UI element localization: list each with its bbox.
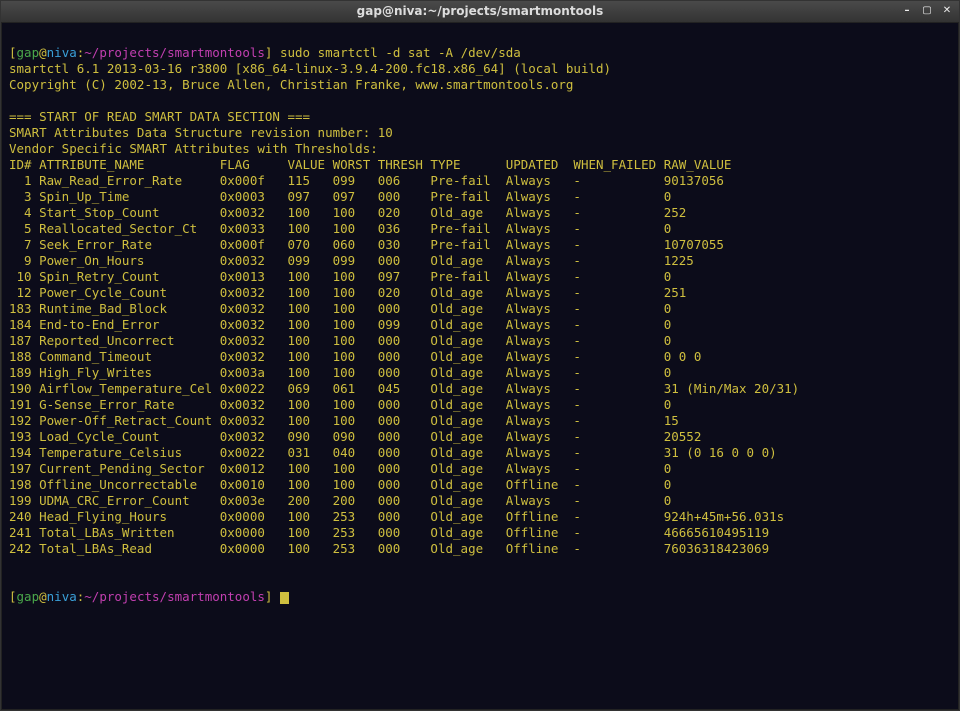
table-row: 242 Total_LBAs_Read 0x0000 100 253 000 O… (9, 541, 951, 557)
table-row: 9 Power_On_Hours 0x0032 099 099 000 Old_… (9, 253, 951, 269)
table-row: 10 Spin_Retry_Count 0x0013 100 100 097 P… (9, 269, 951, 285)
prompt-path: ~/projects/smartmontools (84, 45, 265, 60)
prompt-host: niva (47, 589, 77, 604)
table-row: 7 Seek_Error_Rate 0x000f 070 060 030 Pre… (9, 237, 951, 253)
cursor-icon (280, 592, 289, 605)
table-row: 5 Reallocated_Sector_Ct 0x0033 100 100 0… (9, 221, 951, 237)
prompt-host: niva (47, 45, 77, 60)
table-row: 192 Power-Off_Retract_Count 0x0032 100 1… (9, 413, 951, 429)
revision-line: SMART Attributes Data Structure revision… (9, 125, 393, 140)
smart-rows: 1 Raw_Read_Error_Rate 0x000f 115 099 006… (9, 173, 951, 557)
prompt-path: ~/projects/smartmontools (84, 589, 265, 604)
blank-line-2 (9, 573, 17, 588)
prompt-user: gap (17, 45, 40, 60)
table-row: 1 Raw_Read_Error_Rate 0x000f 115 099 006… (9, 173, 951, 189)
window-controls: – ▢ ✕ (899, 5, 955, 19)
table-row: 193 Load_Cycle_Count 0x0032 090 090 000 … (9, 429, 951, 445)
table-row: 4 Start_Stop_Count 0x0032 100 100 020 Ol… (9, 205, 951, 221)
table-row: 198 Offline_Uncorrectable 0x0010 100 100… (9, 477, 951, 493)
vendor-line: Vendor Specific SMART Attributes with Th… (9, 141, 378, 156)
prompt-line-1: [gap@niva:~/projects/smartmontools] sudo… (9, 45, 521, 60)
table-row: 183 Runtime_Bad_Block 0x0032 100 100 000… (9, 301, 951, 317)
prompt-user: gap (17, 589, 40, 604)
section-banner: === START OF READ SMART DATA SECTION === (9, 109, 310, 124)
table-row: 187 Reported_Uncorrect 0x0032 100 100 00… (9, 333, 951, 349)
window-title: gap@niva:~/projects/smartmontools (357, 4, 604, 19)
terminal-window: gap@niva:~/projects/smartmontools – ▢ ✕ … (0, 0, 960, 711)
prompt-line-2: [gap@niva:~/projects/smartmontools] (9, 589, 289, 604)
maximize-button[interactable]: ▢ (919, 5, 935, 19)
table-row: 188 Command_Timeout 0x0032 100 100 000 O… (9, 349, 951, 365)
table-row: 189 High_Fly_Writes 0x003a 100 100 000 O… (9, 365, 951, 381)
table-row: 191 G-Sense_Error_Rate 0x0032 100 100 00… (9, 397, 951, 413)
table-row: 240 Head_Flying_Hours 0x0000 100 253 000… (9, 509, 951, 525)
table-row: 3 Spin_Up_Time 0x0003 097 097 000 Pre-fa… (9, 189, 951, 205)
blank-line (9, 93, 17, 108)
columns-header: ID# ATTRIBUTE_NAME FLAG VALUE WORST THRE… (9, 157, 731, 172)
table-row: 199 UDMA_CRC_Error_Count 0x003e 200 200 … (9, 493, 951, 509)
table-row: 197 Current_Pending_Sector 0x0012 100 10… (9, 461, 951, 477)
version-line: smartctl 6.1 2013-03-16 r3800 [x86_64-li… (9, 61, 611, 76)
titlebar[interactable]: gap@niva:~/projects/smartmontools – ▢ ✕ (1, 1, 959, 23)
copyright-line: Copyright (C) 2002-13, Bruce Allen, Chri… (9, 77, 573, 92)
table-row: 184 End-to-End_Error 0x0032 100 100 099 … (9, 317, 951, 333)
command-text: sudo smartctl -d sat -A /dev/sda (280, 45, 521, 60)
terminal-body[interactable]: [gap@niva:~/projects/smartmontools] sudo… (1, 23, 959, 629)
table-row: 190 Airflow_Temperature_Cel 0x0022 069 0… (9, 381, 951, 397)
minimize-button[interactable]: – (899, 5, 915, 19)
table-row: 194 Temperature_Celsius 0x0022 031 040 0… (9, 445, 951, 461)
table-row: 241 Total_LBAs_Written 0x0000 100 253 00… (9, 525, 951, 541)
table-row: 12 Power_Cycle_Count 0x0032 100 100 020 … (9, 285, 951, 301)
close-button[interactable]: ✕ (939, 5, 955, 19)
